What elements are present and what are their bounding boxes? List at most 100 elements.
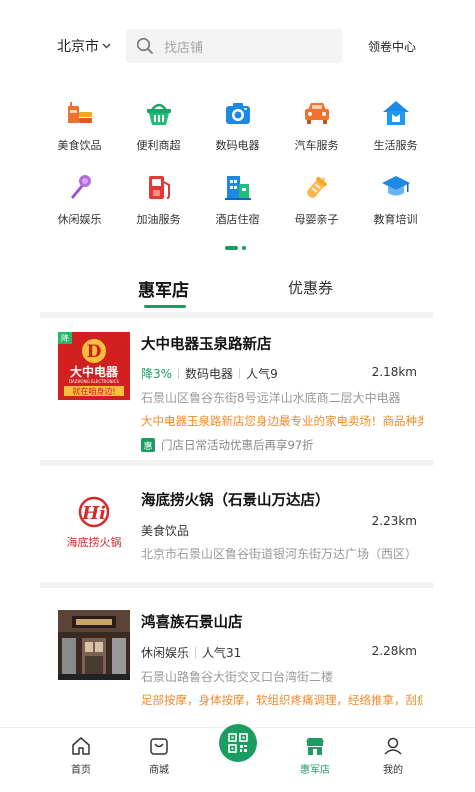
- search-placeholder: 找店铺: [164, 40, 204, 56]
- shop-distance: 2.18km: [371, 365, 417, 379]
- category-food-drink[interactable]: 美食饮品: [40, 97, 119, 153]
- discount-badge: 降: [61, 333, 69, 343]
- home-icon: [72, 737, 90, 755]
- bottom-nav: 首页 商城 惠军店 我的: [0, 724, 475, 792]
- store-icon: [306, 738, 324, 755]
- graduation-cap-icon: [380, 171, 412, 203]
- shop-distance: 2.23km: [371, 514, 417, 528]
- shop-logo: 降 D 大中电器 DAZHONG ELECTRONICS 就在咱身边!: [58, 332, 130, 400]
- user-icon: [384, 737, 402, 755]
- shop-description: 大中电器玉泉路新店您身边最专业的家电卖场！商品种类齐全: [141, 414, 423, 428]
- category-grid: 美食饮品 便利商超 数码电器 汽车服务 生活服务 休闲娱乐 加油服务 酒店住宿 …: [40, 97, 435, 227]
- city-selector[interactable]: 北京市: [57, 36, 111, 56]
- category-fuel[interactable]: 加油服务: [119, 171, 198, 227]
- baby-bottle-icon: [301, 171, 333, 203]
- pager-dot: [242, 246, 246, 250]
- category-education[interactable]: 教育培训: [356, 171, 435, 227]
- search-box[interactable]: 找店铺: [126, 29, 342, 63]
- top-bar: 北京市 找店铺 领卷中心: [0, 29, 475, 63]
- nav-huijun-store[interactable]: 惠军店: [285, 736, 345, 776]
- nav-label: 商城: [149, 765, 169, 776]
- city-label: 北京市: [57, 39, 99, 55]
- shop-promo: 惠 门店日常活动优惠后再享97折: [141, 437, 314, 453]
- category-auto[interactable]: 汽车服务: [277, 97, 356, 153]
- svg-text:海底捞火锅: 海底捞火锅: [67, 535, 122, 549]
- tab-coupons[interactable]: 优惠券: [288, 277, 333, 298]
- pager-dot-active: [225, 246, 238, 250]
- shop-card[interactable]: 鸿喜族石景山店 休闲娱乐 人气31 2.28km 石景山路鲁谷大街交叉口台湾街二…: [40, 588, 433, 720]
- category-label: 休闲娱乐: [57, 213, 102, 226]
- promo-tag: 惠: [141, 438, 155, 452]
- shop-popularity: 人气9: [246, 367, 278, 381]
- category-baby[interactable]: 母婴亲子: [277, 171, 356, 227]
- car-icon: [301, 97, 333, 129]
- tab-huijun-store[interactable]: 惠军店: [138, 276, 189, 301]
- nav-label: 我的: [383, 765, 403, 776]
- qr-scan-icon: [228, 733, 248, 753]
- shop-logo: Hi 海底捞火锅: [58, 488, 130, 556]
- tab-indicator: [144, 305, 186, 308]
- svg-text:大中电器: 大中电器: [70, 364, 119, 379]
- shop-meta: 休闲娱乐 人气31: [141, 644, 241, 661]
- tab-bar: 惠军店 优惠券: [0, 272, 475, 312]
- divider: [239, 368, 241, 379]
- shop-photo: [58, 610, 130, 680]
- shop-description: 足部按摩，身体按摩，软组织疼痛调理，经络推拿，刮痧: [141, 693, 423, 707]
- promo-text: 门店日常活动优惠后再享97折: [161, 438, 314, 452]
- search-icon: [136, 37, 153, 54]
- shop-distance: 2.28km: [371, 644, 417, 658]
- qr-scan-button[interactable]: [219, 724, 257, 762]
- nav-label: 惠军店: [300, 765, 330, 776]
- fuel-icon: [143, 171, 175, 203]
- category-life[interactable]: 生活服务: [356, 97, 435, 153]
- category-label: 汽车服务: [294, 139, 339, 152]
- svg-text:DAZHONG ELECTRONICS: DAZHONG ELECTRONICS: [69, 379, 119, 384]
- chevron-down-icon: [102, 42, 111, 52]
- shop-name: 海底捞火锅（石景山万达店）: [141, 493, 330, 509]
- nav-label: 首页: [71, 765, 91, 776]
- category-label: 酒店住宿: [215, 213, 260, 226]
- divider: [195, 647, 197, 658]
- coupon-center-link[interactable]: 领卷中心: [368, 38, 416, 55]
- shop-category: 数码电器: [185, 367, 234, 381]
- shop-meta: 美食饮品: [141, 522, 189, 539]
- shop-address: 石景山路鲁谷大街交叉口台湾街二楼: [141, 670, 334, 684]
- category-label: 生活服务: [373, 139, 418, 152]
- shop-discount: 降3%: [141, 367, 173, 381]
- category-label: 教育培训: [373, 213, 418, 226]
- svg-text:D: D: [87, 342, 102, 362]
- shop-category: 美食饮品: [141, 524, 190, 538]
- hotel-icon: [222, 171, 254, 203]
- category-label: 数码电器: [215, 139, 260, 152]
- shop-card[interactable]: 降 D 大中电器 DAZHONG ELECTRONICS 就在咱身边! 大中电器…: [40, 318, 433, 460]
- category-pager: [225, 246, 246, 250]
- category-convenience[interactable]: 便利商超: [119, 97, 198, 153]
- shop-card[interactable]: Hi 海底捞火锅 海底捞火锅（石景山万达店） 美食饮品 2.23km 北京市石景…: [40, 466, 433, 582]
- shop-popularity: 人气31: [202, 646, 242, 660]
- category-digital[interactable]: 数码电器: [198, 97, 277, 153]
- nav-mall[interactable]: 商城: [129, 736, 189, 776]
- basket-icon: [143, 97, 175, 129]
- nav-profile[interactable]: 我的: [363, 736, 423, 776]
- category-label: 便利商超: [136, 139, 181, 152]
- category-label: 美食饮品: [57, 139, 102, 152]
- shop-name: 鸿喜族石景山店: [141, 615, 243, 631]
- nav-home[interactable]: 首页: [51, 736, 111, 776]
- camera-icon: [222, 97, 254, 129]
- food-drink-icon: [64, 97, 96, 129]
- svg-text:就在咱身边!: 就在咱身边!: [72, 386, 115, 396]
- svg-text:Hi: Hi: [81, 503, 106, 524]
- category-leisure[interactable]: 休闲娱乐: [40, 171, 119, 227]
- category-hotel[interactable]: 酒店住宿: [198, 171, 277, 227]
- shop-address: 石景山区鲁谷东街8号远洋山水底商二层大中电器: [141, 391, 401, 405]
- category-label: 加油服务: [136, 213, 181, 226]
- shop-name: 大中电器玉泉路新店: [141, 337, 272, 353]
- microphone-icon: [64, 171, 96, 203]
- mall-bag-icon: [150, 738, 168, 755]
- divider: [178, 368, 180, 379]
- shop-meta: 降3% 数码电器 人气9: [141, 365, 278, 382]
- house-icon: [380, 97, 412, 129]
- shop-address: 北京市石景山区鲁谷街道银河东街万达广场（西区）: [141, 547, 418, 561]
- shop-category: 休闲娱乐: [141, 646, 190, 660]
- category-label: 母婴亲子: [294, 213, 339, 226]
